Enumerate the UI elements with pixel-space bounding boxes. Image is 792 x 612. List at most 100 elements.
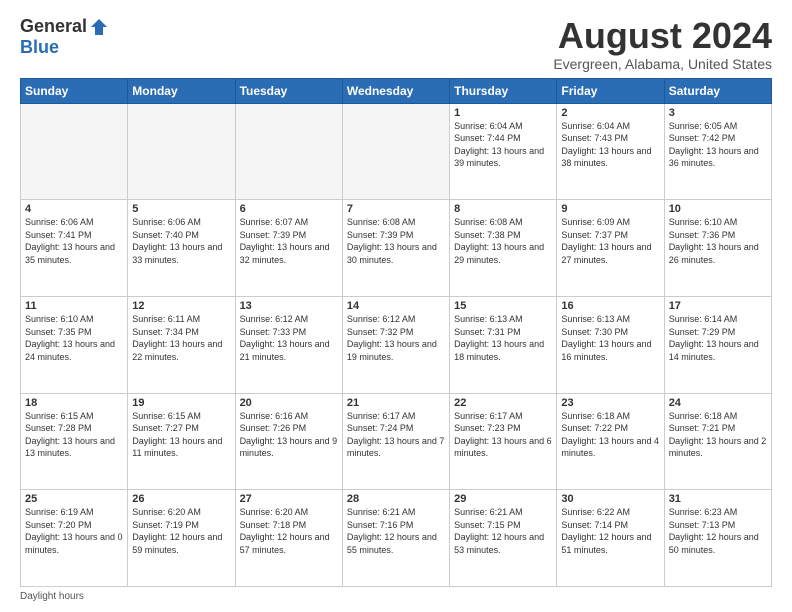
day-number: 18 bbox=[25, 397, 123, 409]
calendar-cell: 2Sunrise: 6:04 AMSunset: 7:43 PMDaylight… bbox=[557, 103, 664, 200]
day-number: 27 bbox=[240, 493, 338, 505]
day-number: 17 bbox=[669, 300, 767, 312]
calendar-table: Sunday Monday Tuesday Wednesday Thursday… bbox=[20, 78, 772, 587]
day-info: Sunrise: 6:17 AMSunset: 7:23 PMDaylight:… bbox=[454, 410, 552, 460]
day-info: Sunrise: 6:08 AMSunset: 7:38 PMDaylight:… bbox=[454, 216, 552, 266]
calendar-cell: 19Sunrise: 6:15 AMSunset: 7:27 PMDayligh… bbox=[128, 393, 235, 490]
calendar-cell bbox=[342, 103, 449, 200]
calendar-cell: 27Sunrise: 6:20 AMSunset: 7:18 PMDayligh… bbox=[235, 490, 342, 587]
day-number: 30 bbox=[561, 493, 659, 505]
calendar-cell: 13Sunrise: 6:12 AMSunset: 7:33 PMDayligh… bbox=[235, 296, 342, 393]
day-info: Sunrise: 6:12 AMSunset: 7:32 PMDaylight:… bbox=[347, 313, 445, 363]
day-number: 22 bbox=[454, 397, 552, 409]
calendar-cell: 18Sunrise: 6:15 AMSunset: 7:28 PMDayligh… bbox=[21, 393, 128, 490]
calendar-cell: 6Sunrise: 6:07 AMSunset: 7:39 PMDaylight… bbox=[235, 200, 342, 297]
col-sunday: Sunday bbox=[21, 78, 128, 103]
day-info: Sunrise: 6:10 AMSunset: 7:36 PMDaylight:… bbox=[669, 216, 767, 266]
day-number: 15 bbox=[454, 300, 552, 312]
main-title: August 2024 bbox=[553, 16, 772, 56]
calendar-cell: 8Sunrise: 6:08 AMSunset: 7:38 PMDaylight… bbox=[450, 200, 557, 297]
day-info: Sunrise: 6:05 AMSunset: 7:42 PMDaylight:… bbox=[669, 120, 767, 170]
calendar-cell: 1Sunrise: 6:04 AMSunset: 7:44 PMDaylight… bbox=[450, 103, 557, 200]
day-info: Sunrise: 6:12 AMSunset: 7:33 PMDaylight:… bbox=[240, 313, 338, 363]
day-number: 24 bbox=[669, 397, 767, 409]
day-info: Sunrise: 6:11 AMSunset: 7:34 PMDaylight:… bbox=[132, 313, 230, 363]
subtitle: Evergreen, Alabama, United States bbox=[553, 56, 772, 72]
col-saturday: Saturday bbox=[664, 78, 771, 103]
calendar-cell: 12Sunrise: 6:11 AMSunset: 7:34 PMDayligh… bbox=[128, 296, 235, 393]
day-number: 12 bbox=[132, 300, 230, 312]
day-number: 25 bbox=[25, 493, 123, 505]
calendar-cell: 22Sunrise: 6:17 AMSunset: 7:23 PMDayligh… bbox=[450, 393, 557, 490]
day-number: 9 bbox=[561, 203, 659, 215]
day-number: 20 bbox=[240, 397, 338, 409]
day-info: Sunrise: 6:16 AMSunset: 7:26 PMDaylight:… bbox=[240, 410, 338, 460]
day-info: Sunrise: 6:19 AMSunset: 7:20 PMDaylight:… bbox=[25, 506, 123, 556]
day-number: 28 bbox=[347, 493, 445, 505]
day-info: Sunrise: 6:13 AMSunset: 7:31 PMDaylight:… bbox=[454, 313, 552, 363]
col-tuesday: Tuesday bbox=[235, 78, 342, 103]
day-info: Sunrise: 6:08 AMSunset: 7:39 PMDaylight:… bbox=[347, 216, 445, 266]
day-info: Sunrise: 6:04 AMSunset: 7:44 PMDaylight:… bbox=[454, 120, 552, 170]
day-number: 13 bbox=[240, 300, 338, 312]
day-number: 16 bbox=[561, 300, 659, 312]
footer-note: Daylight hours bbox=[20, 591, 772, 602]
day-info: Sunrise: 6:17 AMSunset: 7:24 PMDaylight:… bbox=[347, 410, 445, 460]
day-number: 3 bbox=[669, 107, 767, 119]
calendar-cell: 14Sunrise: 6:12 AMSunset: 7:32 PMDayligh… bbox=[342, 296, 449, 393]
calendar-cell bbox=[235, 103, 342, 200]
day-info: Sunrise: 6:18 AMSunset: 7:21 PMDaylight:… bbox=[669, 410, 767, 460]
day-number: 21 bbox=[347, 397, 445, 409]
day-info: Sunrise: 6:18 AMSunset: 7:22 PMDaylight:… bbox=[561, 410, 659, 460]
day-number: 19 bbox=[132, 397, 230, 409]
day-number: 5 bbox=[132, 203, 230, 215]
day-number: 4 bbox=[25, 203, 123, 215]
calendar-cell: 20Sunrise: 6:16 AMSunset: 7:26 PMDayligh… bbox=[235, 393, 342, 490]
day-info: Sunrise: 6:15 AMSunset: 7:27 PMDaylight:… bbox=[132, 410, 230, 460]
calendar-cell: 4Sunrise: 6:06 AMSunset: 7:41 PMDaylight… bbox=[21, 200, 128, 297]
calendar-cell: 25Sunrise: 6:19 AMSunset: 7:20 PMDayligh… bbox=[21, 490, 128, 587]
day-info: Sunrise: 6:20 AMSunset: 7:18 PMDaylight:… bbox=[240, 506, 338, 556]
day-info: Sunrise: 6:22 AMSunset: 7:14 PMDaylight:… bbox=[561, 506, 659, 556]
day-info: Sunrise: 6:20 AMSunset: 7:19 PMDaylight:… bbox=[132, 506, 230, 556]
logo-blue: Blue bbox=[20, 37, 59, 58]
day-info: Sunrise: 6:13 AMSunset: 7:30 PMDaylight:… bbox=[561, 313, 659, 363]
day-number: 26 bbox=[132, 493, 230, 505]
day-number: 10 bbox=[669, 203, 767, 215]
calendar-cell: 10Sunrise: 6:10 AMSunset: 7:36 PMDayligh… bbox=[664, 200, 771, 297]
week-row-4: 18Sunrise: 6:15 AMSunset: 7:28 PMDayligh… bbox=[21, 393, 772, 490]
week-row-1: 1Sunrise: 6:04 AMSunset: 7:44 PMDaylight… bbox=[21, 103, 772, 200]
day-number: 29 bbox=[454, 493, 552, 505]
day-number: 23 bbox=[561, 397, 659, 409]
calendar-cell: 26Sunrise: 6:20 AMSunset: 7:19 PMDayligh… bbox=[128, 490, 235, 587]
week-row-3: 11Sunrise: 6:10 AMSunset: 7:35 PMDayligh… bbox=[21, 296, 772, 393]
day-info: Sunrise: 6:21 AMSunset: 7:15 PMDaylight:… bbox=[454, 506, 552, 556]
logo-icon bbox=[89, 17, 109, 37]
day-number: 8 bbox=[454, 203, 552, 215]
day-number: 6 bbox=[240, 203, 338, 215]
calendar-cell: 15Sunrise: 6:13 AMSunset: 7:31 PMDayligh… bbox=[450, 296, 557, 393]
calendar-cell bbox=[21, 103, 128, 200]
calendar-cell: 29Sunrise: 6:21 AMSunset: 7:15 PMDayligh… bbox=[450, 490, 557, 587]
title-section: August 2024 Evergreen, Alabama, United S… bbox=[553, 16, 772, 72]
day-info: Sunrise: 6:23 AMSunset: 7:13 PMDaylight:… bbox=[669, 506, 767, 556]
calendar-cell: 5Sunrise: 6:06 AMSunset: 7:40 PMDaylight… bbox=[128, 200, 235, 297]
calendar-cell bbox=[128, 103, 235, 200]
day-number: 11 bbox=[25, 300, 123, 312]
calendar-cell: 28Sunrise: 6:21 AMSunset: 7:16 PMDayligh… bbox=[342, 490, 449, 587]
calendar-cell: 16Sunrise: 6:13 AMSunset: 7:30 PMDayligh… bbox=[557, 296, 664, 393]
day-number: 1 bbox=[454, 107, 552, 119]
logo-general: General bbox=[20, 16, 87, 37]
day-info: Sunrise: 6:07 AMSunset: 7:39 PMDaylight:… bbox=[240, 216, 338, 266]
day-info: Sunrise: 6:21 AMSunset: 7:16 PMDaylight:… bbox=[347, 506, 445, 556]
day-number: 2 bbox=[561, 107, 659, 119]
calendar-cell: 30Sunrise: 6:22 AMSunset: 7:14 PMDayligh… bbox=[557, 490, 664, 587]
week-row-2: 4Sunrise: 6:06 AMSunset: 7:41 PMDaylight… bbox=[21, 200, 772, 297]
day-info: Sunrise: 6:09 AMSunset: 7:37 PMDaylight:… bbox=[561, 216, 659, 266]
day-info: Sunrise: 6:06 AMSunset: 7:41 PMDaylight:… bbox=[25, 216, 123, 266]
calendar-cell: 21Sunrise: 6:17 AMSunset: 7:24 PMDayligh… bbox=[342, 393, 449, 490]
day-info: Sunrise: 6:15 AMSunset: 7:28 PMDaylight:… bbox=[25, 410, 123, 460]
day-info: Sunrise: 6:10 AMSunset: 7:35 PMDaylight:… bbox=[25, 313, 123, 363]
week-row-5: 25Sunrise: 6:19 AMSunset: 7:20 PMDayligh… bbox=[21, 490, 772, 587]
col-friday: Friday bbox=[557, 78, 664, 103]
